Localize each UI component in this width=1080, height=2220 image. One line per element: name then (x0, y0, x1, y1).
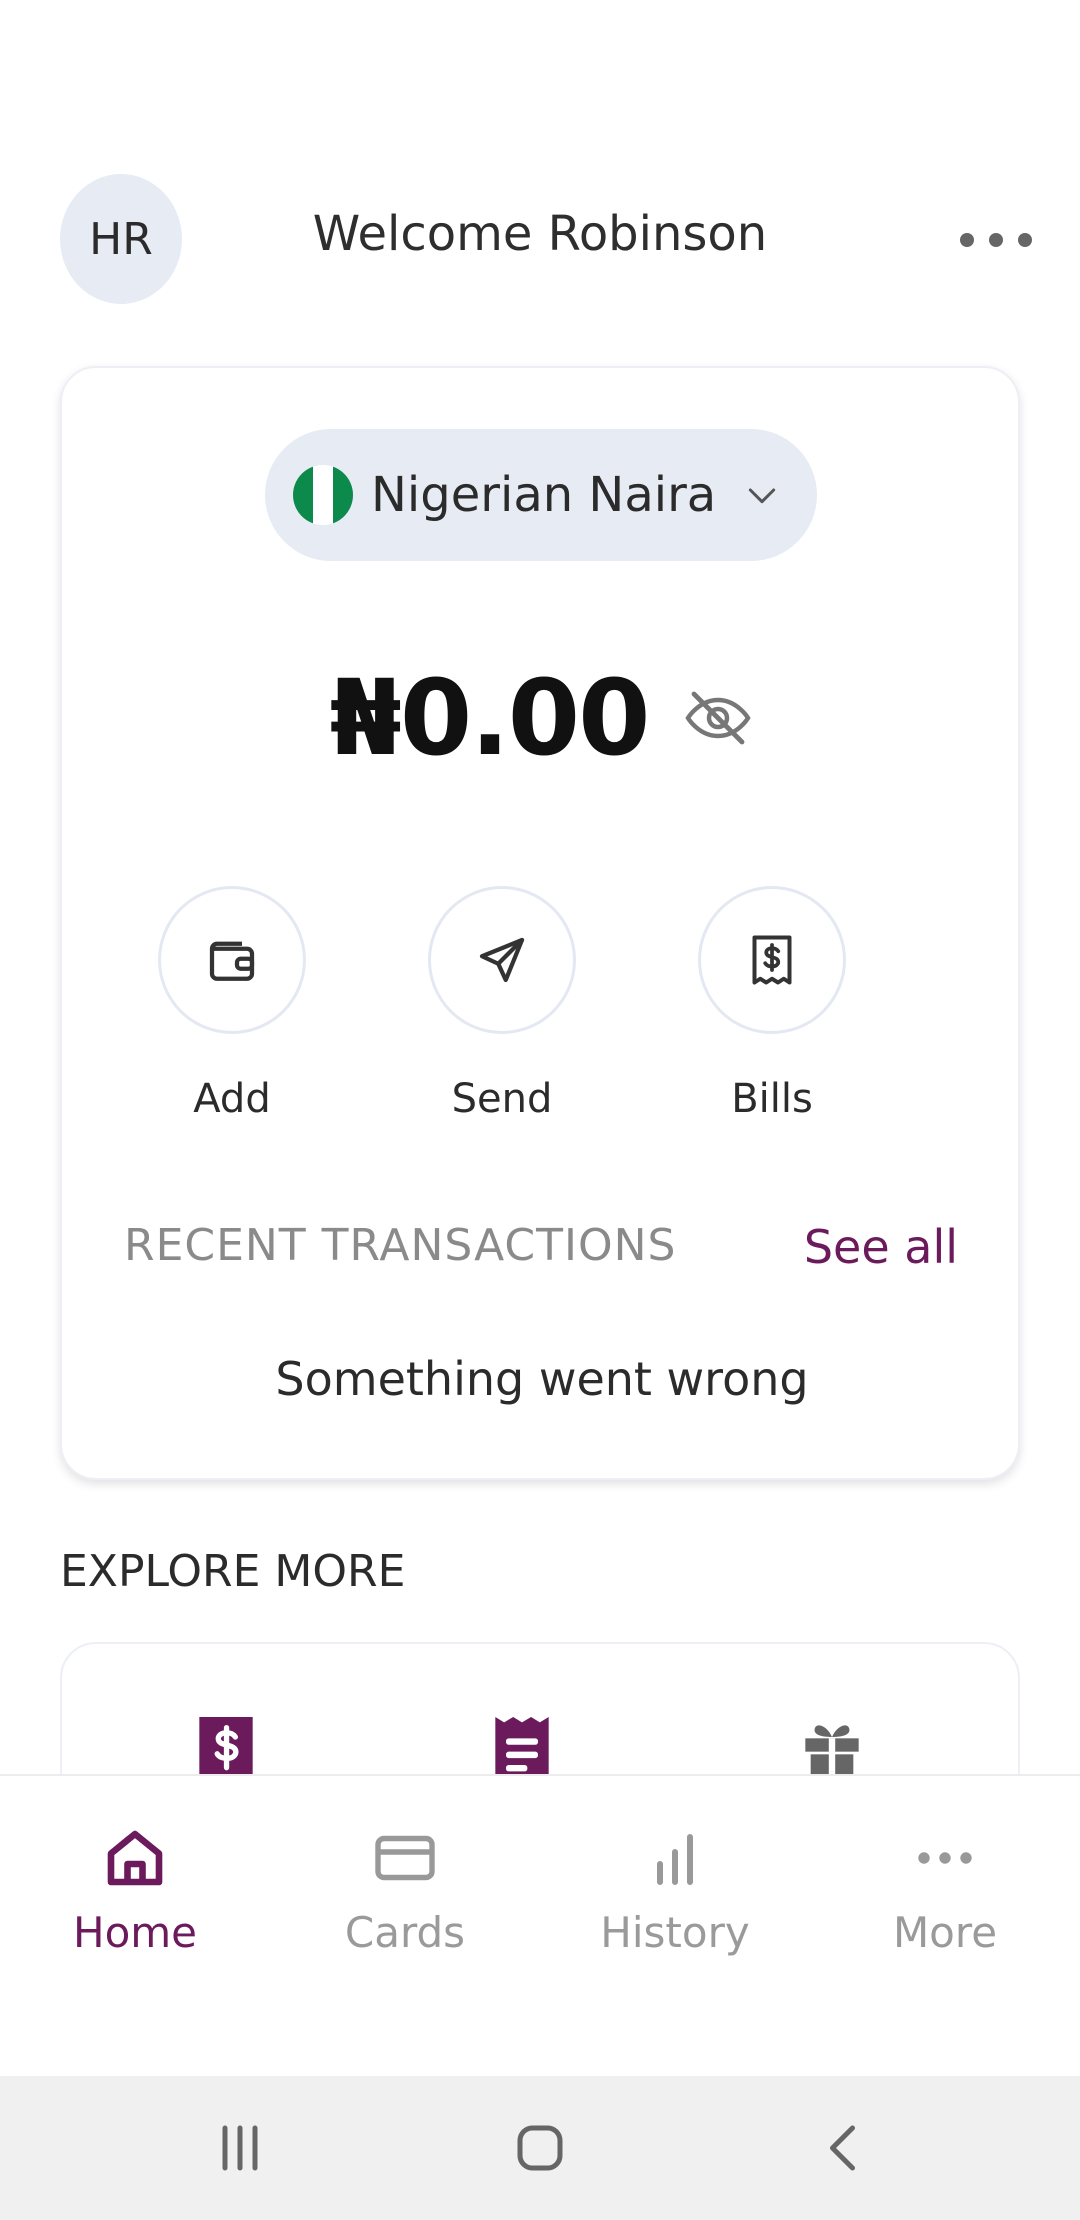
send-icon (479, 937, 525, 983)
nav-item-more[interactable]: More (825, 1822, 1065, 1957)
home-button-icon[interactable] (510, 2118, 570, 2178)
more-options-icon[interactable] (960, 220, 1032, 260)
see-all-link[interactable]: See all (804, 1220, 958, 1274)
error-message: Something went wrong (275, 1352, 809, 1406)
currency-label: Nigerian Naira (371, 467, 717, 523)
send-button[interactable]: Send (402, 886, 602, 1122)
nav-label-history: History (600, 1908, 750, 1957)
nav-label-more: More (892, 1908, 998, 1957)
explore-more-title: EXPLORE MORE (60, 1546, 406, 1597)
nav-item-cards[interactable]: Cards (285, 1822, 525, 1957)
bills-button[interactable]: Bills (672, 886, 872, 1122)
bottom-nav: Home Cards History More (0, 1774, 1080, 2076)
nigeria-flag-icon (293, 465, 353, 525)
header: HR Welcome Robinson (0, 170, 1080, 310)
add-button[interactable]: Add (132, 886, 332, 1122)
back-icon[interactable] (815, 2118, 875, 2178)
welcome-title: Welcome Robinson (312, 206, 768, 262)
nav-label-cards: Cards (344, 1908, 466, 1957)
eye-off-icon[interactable] (682, 682, 754, 754)
quick-actions: Add Send Bills (62, 886, 1022, 1146)
nav-item-history[interactable]: History (555, 1822, 795, 1957)
send-label: Send (451, 1076, 553, 1122)
balance-amount: ₦0.00 (329, 657, 651, 779)
receipt-dollar-icon (752, 935, 792, 985)
more-dots-icon (918, 1852, 972, 1864)
recent-apps-icon[interactable] (210, 2118, 270, 2178)
currency-selector[interactable]: Nigerian Naira (265, 429, 817, 561)
bar-chart-icon (657, 1834, 693, 1885)
card-icon (375, 1835, 435, 1881)
wallet-icon (209, 941, 255, 981)
nav-label-home: Home (72, 1908, 198, 1957)
recent-transactions-title: RECENT TRANSACTIONS (124, 1220, 677, 1271)
home-icon (107, 1830, 163, 1886)
chevron-down-icon (749, 488, 776, 504)
wallet-card: Nigerian Naira ₦0.00 Add Send Bills RECE… (60, 366, 1020, 1480)
system-nav-bar (0, 2076, 1080, 2220)
nav-item-home[interactable]: Home (15, 1822, 255, 1957)
bills-label: Bills (731, 1076, 813, 1122)
add-label: Add (193, 1076, 271, 1122)
balance-row: ₦0.00 (62, 648, 1022, 788)
